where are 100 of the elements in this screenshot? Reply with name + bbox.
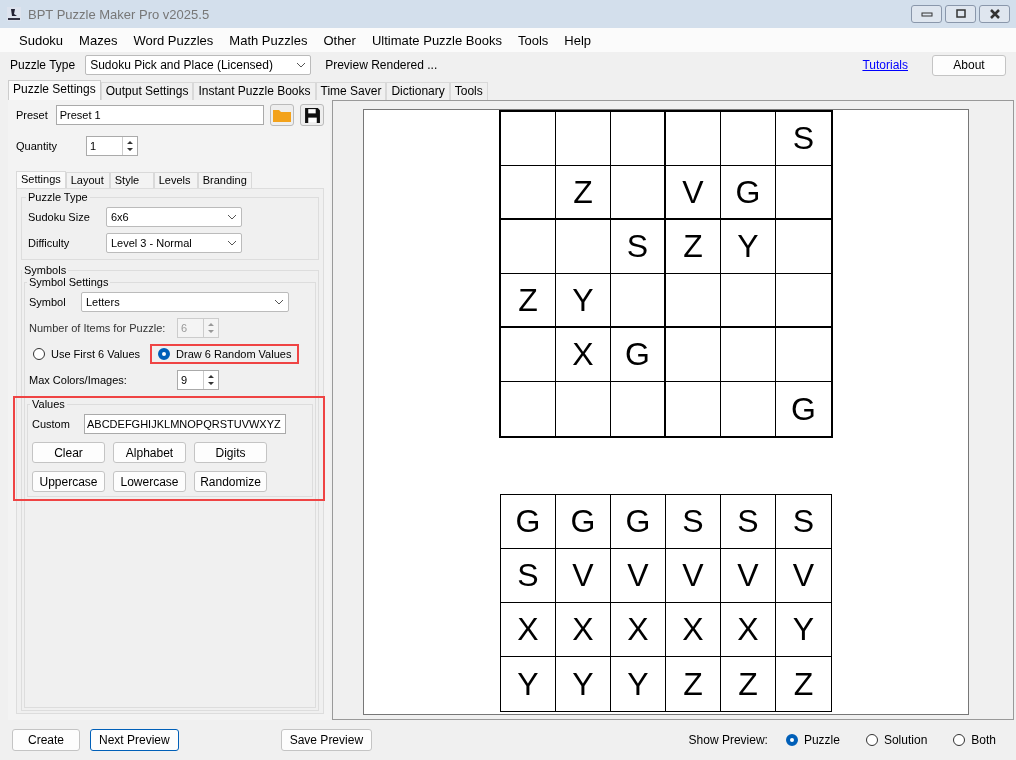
- grid-cell: [611, 166, 666, 220]
- grid-cell: [666, 328, 721, 382]
- grid-cell: G: [556, 495, 611, 549]
- grid-cell: X: [556, 328, 611, 382]
- tab[interactable]: Instant Puzzle Books: [193, 82, 316, 100]
- grid-cell: Y: [611, 657, 666, 711]
- grid-cell: V: [556, 549, 611, 603]
- grid-cell: [721, 328, 776, 382]
- grid-cell: Y: [556, 274, 611, 328]
- field-label: Sudoku Size: [28, 211, 91, 223]
- chevron-down-icon: [296, 62, 307, 68]
- preset-label: Preset: [16, 108, 49, 123]
- group-title: Symbols: [23, 264, 68, 276]
- grid-cell-text: G: [790, 389, 817, 429]
- tutorials-link[interactable]: Tutorials: [862, 58, 908, 72]
- tab[interactable]: Puzzle Settings: [8, 80, 101, 100]
- grid-cell: V: [776, 549, 831, 603]
- quantity-label: Quantity: [16, 139, 58, 154]
- close-icon: [987, 9, 1002, 19]
- values-button[interactable]: Alphabet: [113, 442, 186, 463]
- menu-item[interactable]: Other: [316, 32, 363, 48]
- grid-cell: V: [721, 549, 776, 603]
- grid-cell: Z: [721, 657, 776, 711]
- tab[interactable]: Time Saver: [315, 82, 387, 100]
- app-logo-icon: [6, 6, 22, 22]
- grid-cell: S: [776, 495, 831, 549]
- preset-field[interactable]: Preset 1: [55, 105, 265, 125]
- grid-cell: [666, 274, 721, 328]
- grid-cell: S: [721, 495, 776, 549]
- tab[interactable]: Tools: [449, 82, 488, 100]
- radio-option[interactable]: Draw 6 Random Values: [150, 344, 300, 364]
- next-preview-button[interactable]: Next Preview: [90, 729, 179, 751]
- grid-cell: S: [611, 220, 666, 274]
- dropdown[interactable]: Level 3 - Normal: [106, 233, 242, 253]
- quantity-spinner[interactable]: 1: [86, 136, 138, 156]
- minimize-button[interactable]: [911, 5, 942, 23]
- grid-cell: [611, 274, 666, 328]
- menu-item[interactable]: Math Puzzles: [222, 32, 315, 48]
- grid-cell: X: [501, 603, 556, 657]
- puzzle-type-label: Puzzle Type: [10, 58, 76, 72]
- tab[interactable]: Settings: [16, 171, 66, 188]
- menu-item[interactable]: Help: [557, 32, 599, 48]
- grid-cell: X: [556, 603, 611, 657]
- grid-cell: Y: [776, 603, 831, 657]
- save-preview-button[interactable]: Save Preview: [280, 729, 373, 751]
- grid-cell: Y: [556, 657, 611, 711]
- chevron-down-icon: [227, 214, 237, 220]
- save-button[interactable]: [300, 104, 324, 126]
- menu-item[interactable]: Ultimate Puzzle Books: [364, 32, 509, 48]
- maximize-button[interactable]: [945, 5, 976, 23]
- grid-cell: Z: [666, 657, 721, 711]
- puzzle-type-dropdown[interactable]: Sudoku Pick and Place (Licensed): [85, 55, 312, 75]
- grid-cell: Z: [501, 274, 556, 328]
- menu-item[interactable]: Tools: [511, 32, 556, 48]
- maximize-icon: [953, 9, 968, 19]
- values-button[interactable]: Uppercase: [32, 471, 105, 492]
- symbol-dropdown[interactable]: Letters: [81, 292, 289, 312]
- show-preview-label: Show Preview:: [688, 733, 768, 747]
- about-button[interactable]: About: [932, 54, 1006, 76]
- max-colors-label: Max Colors/Images:: [29, 374, 128, 386]
- group-title: Puzzle Type: [27, 191, 89, 203]
- radio-option[interactable]: Solution: [857, 729, 936, 751]
- group-title: Symbol Settings: [28, 276, 110, 288]
- grid-cell: X: [666, 603, 721, 657]
- chevron-down-icon: [274, 299, 284, 305]
- grid-cell: S: [501, 549, 556, 603]
- chevron-down-icon: [227, 240, 237, 246]
- menu-item[interactable]: Word Puzzles: [126, 32, 221, 48]
- field-label: Difficulty: [28, 237, 71, 249]
- grid-cell: Z: [666, 220, 721, 274]
- window-title: BPT Puzzle Maker Pro v2025.5: [28, 6, 210, 22]
- radio-option[interactable]: Puzzle: [777, 729, 848, 751]
- grid-cell: G: [501, 495, 556, 549]
- grid-cell: G: [611, 328, 666, 382]
- values-button[interactable]: Lowercase: [113, 471, 186, 492]
- dropdown[interactable]: 6x6: [106, 207, 242, 227]
- menu-item[interactable]: Mazes: [72, 32, 125, 48]
- close-button[interactable]: [979, 5, 1010, 23]
- tab[interactable]: Output Settings: [100, 82, 194, 100]
- radio-option[interactable]: Use First 6 Values: [25, 344, 149, 364]
- menu-item[interactable]: Sudoku: [12, 32, 71, 48]
- values-button[interactable]: Randomize: [194, 471, 267, 492]
- tab[interactable]: Dictionary: [386, 82, 450, 100]
- create-button[interactable]: Create: [12, 729, 80, 751]
- grid-cell: G: [611, 495, 666, 549]
- custom-label: Custom: [32, 418, 71, 430]
- status-text: Preview Rendered ...: [325, 58, 438, 72]
- grid-cell-text: Z: [792, 664, 815, 704]
- grid-cell: X: [611, 603, 666, 657]
- grid-cell: S: [776, 112, 831, 166]
- grid-cell: S: [666, 495, 721, 549]
- max-colors-spinner[interactable]: 9: [177, 370, 219, 390]
- values-button[interactable]: Clear: [32, 442, 105, 463]
- group-title: Values: [31, 398, 66, 410]
- custom-field[interactable]: ABCDEFGHIJKLMNOPQRSTUVWXYZ: [84, 414, 286, 434]
- grid-cell: V: [611, 549, 666, 603]
- radio-option[interactable]: Both: [945, 729, 1004, 751]
- symbol-label: Symbol: [29, 296, 67, 308]
- items-label: Number of Items for Puzzle:: [29, 322, 167, 334]
- values-button[interactable]: Digits: [194, 442, 267, 463]
